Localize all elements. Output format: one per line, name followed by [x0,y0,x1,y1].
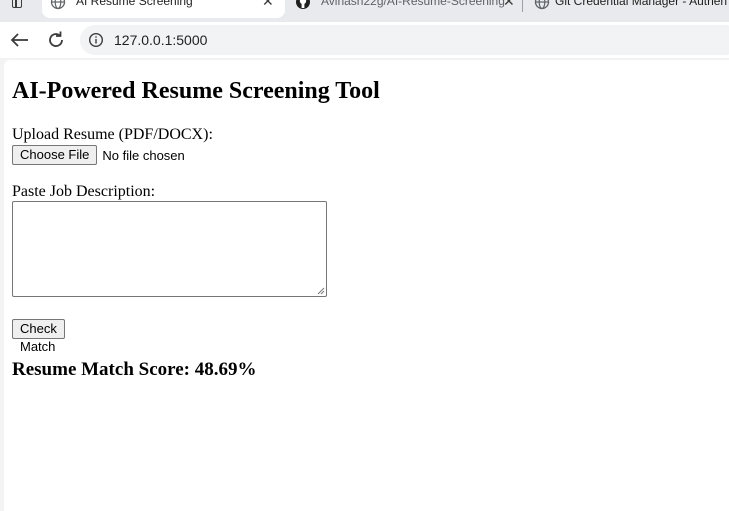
close-tab-icon[interactable]: ✕ [503,0,515,8]
tab-title: Avinash22g/AI-Resume-Screening [321,0,505,8]
tab-title: AI Resume Screening [76,0,193,8]
choose-file-button[interactable]: Choose File [12,145,98,165]
reload-icon[interactable] [43,28,69,52]
close-tab-icon[interactable]: ✕ [262,0,274,8]
upload-resume-label: Upload Resume (PDF/DOCX): [12,126,213,143]
github-icon [296,0,310,9]
tab-overview-icon[interactable] [6,0,30,14]
tab-separator [522,0,523,12]
globe-icon [50,0,66,10]
page-viewport: AI-Powered Resume Screening Tool Upload … [4,60,729,511]
address-url[interactable]: 127.0.0.1:5000 [114,32,207,48]
tab-title: Git Credential Manager - Authen [555,0,728,8]
check-match-button[interactable]: Check Match [12,319,65,354]
address-bar[interactable]: 127.0.0.1:5000 [80,25,729,55]
file-status-text: No file chosen [102,147,185,163]
browser-toolbar: 127.0.0.1:5000 [0,22,729,58]
back-arrow-icon[interactable] [7,28,33,52]
job-description-label: Paste Job Description: [12,183,156,200]
tab-ai-resume-screening[interactable]: AI Resume Screening ✕ [42,0,285,18]
match-score-result: Resume Match Score: 48.69% [12,359,257,380]
site-info-icon[interactable] [88,32,104,48]
resize-grip-icon[interactable] [317,287,325,295]
tab-strip: AI Resume Screening ✕ Avinash22g/AI-Resu… [0,0,729,22]
resume-file-input[interactable]: Choose File No file chosen [12,145,185,165]
job-description-textarea[interactable] [12,201,327,297]
tab-github-repo[interactable]: Avinash22g/AI-Resume-Screening ✕ [287,0,520,18]
tab-git-credential-manager[interactable]: Git Credential Manager - Authen [526,0,729,18]
page-title: AI-Powered Resume Screening Tool [12,78,380,104]
globe-icon [534,0,550,10]
